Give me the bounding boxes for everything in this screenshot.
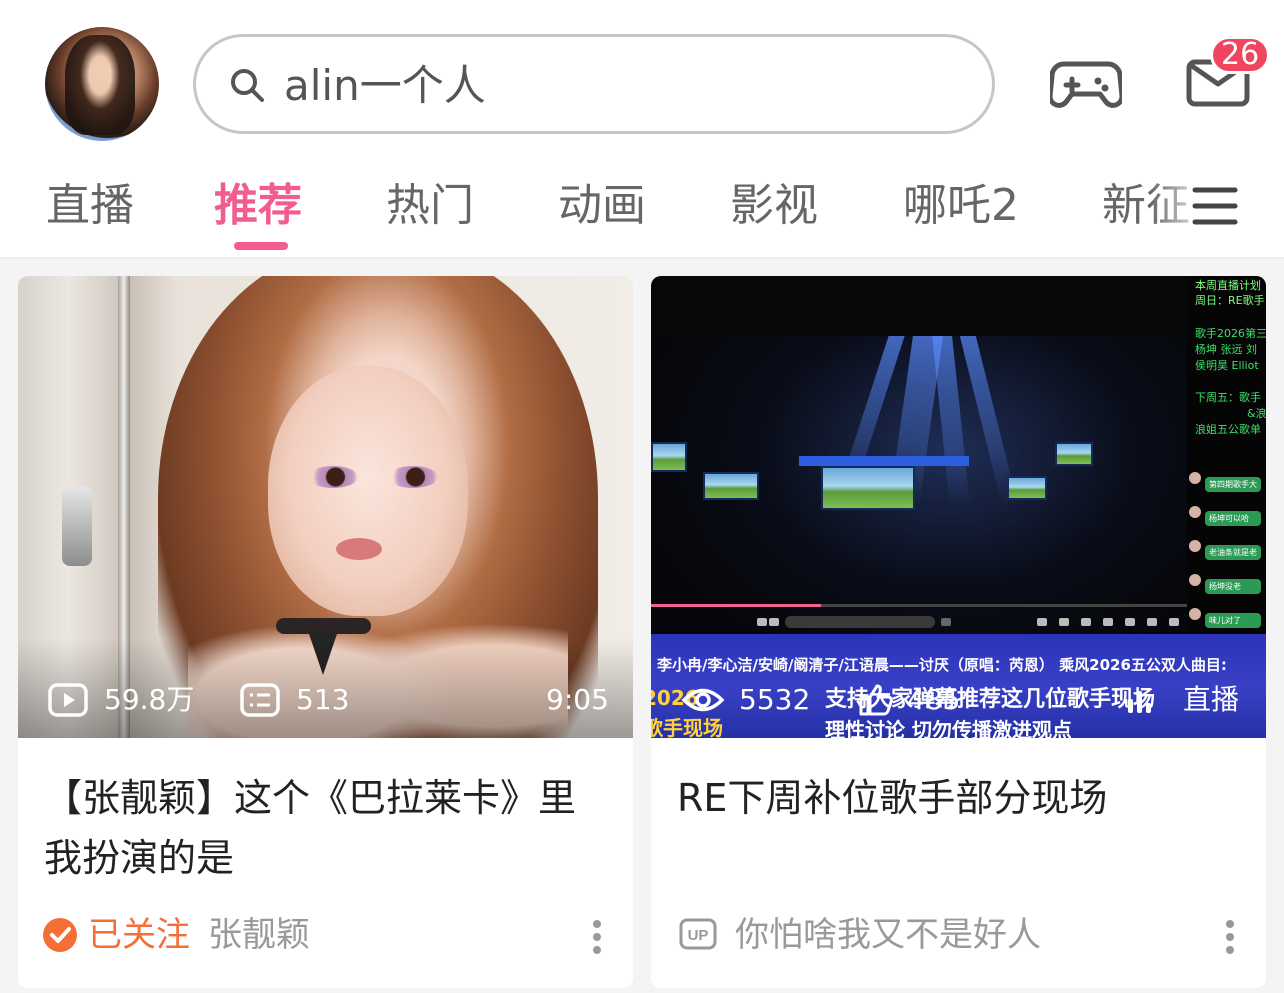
gamepad-icon[interactable] (1050, 50, 1122, 114)
tab-live[interactable]: 直播 (46, 180, 134, 232)
side-text: 周日：RE歌手 (1195, 294, 1265, 307)
danmaku-count-icon (240, 683, 280, 717)
search-query: alin一个人 (284, 61, 486, 110)
top-bar: alin一个人 26 (0, 0, 1284, 160)
side-text: 浪姐五公歌单 (1195, 423, 1261, 436)
tab-film-tv[interactable]: 影视 (730, 180, 818, 232)
uploader-name[interactable]: 你怕啥我又不是好人 (735, 910, 1041, 960)
live-label: 直播 (1183, 683, 1240, 716)
side-panel: 本周直播计划 周日：RE歌手 歌手2026第三 杨坤 张远 刘 侯明昊 Elli… (1187, 276, 1266, 636)
live-signal-icon (1128, 691, 1151, 713)
tab-anime[interactable]: 动画 (558, 180, 646, 232)
video-thumbnail[interactable]: 59.8万 513 9:05 (18, 276, 633, 738)
live-card[interactable]: 本周直播计划 周日：RE歌手 歌手2026第三 杨坤 张远 刘 侯明昊 Elli… (651, 276, 1266, 988)
more-options-icon[interactable] (589, 920, 605, 956)
video-title[interactable]: 【张靓颖】这个《巴拉莱卡》里我扮演的是 (44, 768, 604, 888)
chat-message: 味儿对了 (1205, 613, 1261, 628)
active-tab-indicator (234, 242, 288, 250)
tab-recommend[interactable]: 推荐 (214, 180, 302, 232)
svg-text:UP: UP (688, 927, 709, 944)
like-icon (859, 684, 893, 716)
side-text: 侯明昊 Elliot (1195, 359, 1259, 372)
tab-nezha2[interactable]: 哪吒2 (903, 180, 1019, 232)
live-thumbnail[interactable]: 本周直播计划 周日：RE歌手 歌手2026第三 杨坤 张远 刘 侯明昊 Elli… (651, 276, 1266, 738)
side-text: 歌手2026第三 (1195, 327, 1266, 340)
video-card[interactable]: 59.8万 513 9:05 【张靓颖】这个《巴拉莱卡》里我扮演的是 已关注 张… (18, 276, 633, 988)
chat-message: 第四期歌手大 (1205, 477, 1261, 492)
video-duration: 9:05 (546, 683, 609, 716)
side-text: 本周直播计划 (1195, 279, 1261, 292)
followed-check-icon (43, 918, 77, 952)
up-badge-icon: UP (679, 918, 717, 950)
followed-label: 已关注 (88, 915, 190, 955)
comment-count: 513 (296, 683, 350, 716)
author-name[interactable]: 张靓颖 (208, 910, 310, 960)
user-avatar[interactable] (45, 27, 159, 141)
video-stats: 59.8万 513 9:05 (18, 676, 633, 724)
live-meta: UP 你怕啥我又不是好人 (675, 910, 1255, 960)
live-stats: 5532 支持大家弹幕推荐这几位歌手现场 485 直播 (651, 676, 1266, 724)
video-meta: 已关注 张靓颖 (42, 910, 622, 960)
viewers-eye-icon (681, 688, 725, 712)
viewer-count: 5532 (739, 683, 811, 716)
banner-text: 李小冉/李心洁/安崎/阚清子/江语晨——讨厌（原唱：芮恩） 乘风2026五公双人… (657, 656, 1227, 674)
tab-hot[interactable]: 热门 (386, 180, 474, 232)
chat-message: 老油条就是老 (1205, 545, 1261, 560)
more-options-icon[interactable] (1222, 920, 1238, 956)
video-feed: 59.8万 513 9:05 【张靓颖】这个《巴拉莱卡》里我扮演的是 已关注 张… (0, 259, 1284, 993)
like-count: 485 (907, 683, 961, 716)
search-icon (231, 69, 264, 102)
menu-icon[interactable] (1192, 184, 1238, 228)
side-text: &浪 (1247, 407, 1266, 420)
live-title[interactable]: RE下周补位歌手部分现场 (677, 768, 1237, 828)
chat-message: 杨坤可以哈 (1205, 511, 1261, 526)
notification-badge: 26 (1210, 36, 1271, 74)
chat-message: 杨坤没老 (1205, 579, 1261, 594)
category-tabs: 直播 推荐 热门 动画 影视 哪吒2 新征 (0, 160, 1284, 258)
view-count: 59.8万 (104, 683, 195, 716)
play-count-icon (48, 683, 88, 717)
side-text: 下周五：歌手 (1195, 391, 1261, 404)
side-text: 杨坤 张远 刘 (1195, 343, 1257, 356)
search-box[interactable]: alin一个人 (193, 34, 995, 134)
